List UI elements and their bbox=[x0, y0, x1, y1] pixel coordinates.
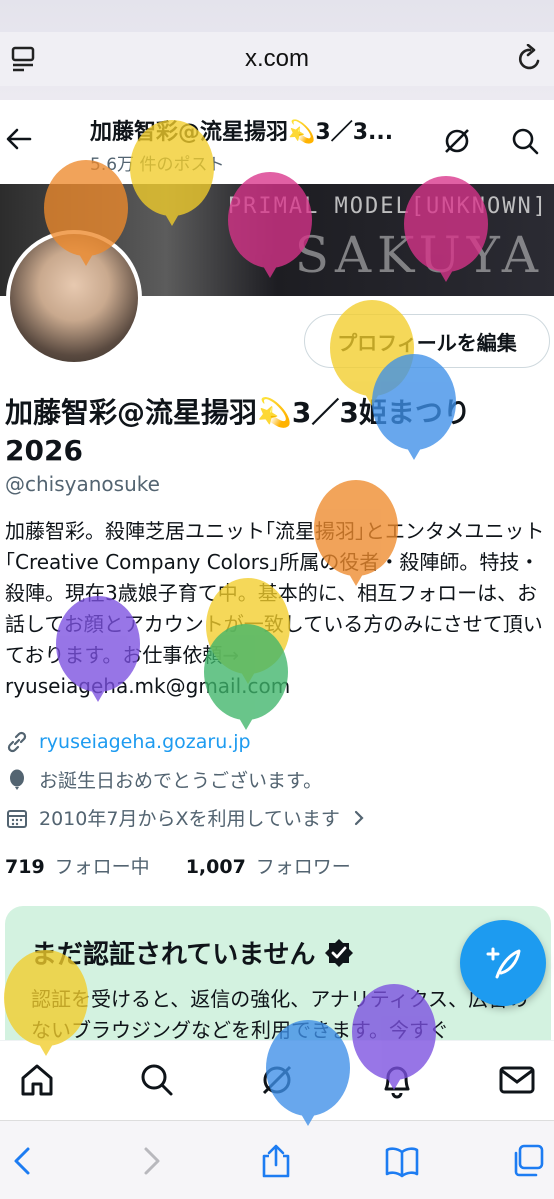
search-icon[interactable] bbox=[138, 1061, 176, 1099]
bottom-nav bbox=[0, 1040, 554, 1120]
safari-top-bar: x.com bbox=[0, 0, 554, 100]
link-icon bbox=[7, 731, 27, 753]
profile-name-line2: 2026 bbox=[5, 434, 83, 467]
messages-icon[interactable] bbox=[498, 1061, 536, 1099]
avatar[interactable] bbox=[6, 230, 142, 366]
website-row: ryuseiageha.gozaru.jp bbox=[5, 730, 251, 754]
search-icon[interactable] bbox=[510, 126, 540, 156]
verified-badge-icon bbox=[325, 938, 354, 967]
banner-big-text: SAKUYA bbox=[294, 226, 544, 284]
safari-toolbar bbox=[0, 1120, 554, 1199]
balloon-icon bbox=[10, 769, 24, 790]
tabs-icon[interactable] bbox=[510, 1143, 546, 1179]
verify-body: 認証を受けると、返信の強化、アナリティクス、広告のないブラウジングなどを利用でき… bbox=[31, 987, 528, 1042]
back-arrow-icon[interactable] bbox=[6, 126, 32, 152]
notifications-icon[interactable] bbox=[378, 1061, 416, 1099]
post-count: 5.6万 件のポスト bbox=[90, 155, 225, 175]
edit-profile-button[interactable]: プロフィールを編集 bbox=[304, 314, 550, 368]
compose-post-button[interactable] bbox=[460, 920, 546, 1006]
verify-title-row: まだ認証されていません bbox=[31, 934, 355, 971]
followers-label: フォロワー bbox=[255, 856, 351, 878]
profile-bio: 加藤智彩。殺陣芝居ユニット｢流星揚羽｣とエンタメユニット｢Creative Co… bbox=[5, 519, 545, 698]
birthday-row: お誕生日おめでとうございます。 bbox=[5, 766, 322, 793]
followers-link[interactable]: 1,007 フォロワー bbox=[186, 852, 351, 879]
compose-feather-icon bbox=[486, 947, 521, 979]
forward-icon[interactable] bbox=[134, 1143, 170, 1179]
reload-icon[interactable] bbox=[516, 44, 544, 74]
joined-text[interactable]: 2010年7月からXを利用しています bbox=[39, 804, 340, 831]
grok-icon[interactable] bbox=[442, 126, 472, 156]
reader-icon[interactable] bbox=[10, 45, 36, 73]
bookmarks-icon[interactable] bbox=[384, 1143, 420, 1179]
joined-row[interactable]: 2010年7月からXを利用しています bbox=[5, 804, 378, 831]
header-title: 加藤智彩@流星揚羽💫3／3... bbox=[90, 120, 394, 145]
home-icon[interactable] bbox=[18, 1061, 56, 1099]
profile-name-line1: 加藤智彩@流星揚羽💫3／3姫まつり bbox=[5, 396, 471, 429]
back-icon[interactable] bbox=[4, 1143, 40, 1179]
profile-handle: @chisyanosuke bbox=[5, 472, 160, 496]
url-text[interactable]: x.com bbox=[245, 45, 309, 73]
verify-title: まだ認証されていません bbox=[31, 940, 316, 970]
birthday-text: お誕生日おめでとうございます。 bbox=[39, 770, 323, 792]
following-count: 719 bbox=[5, 856, 45, 878]
following-label: フォロー中 bbox=[54, 856, 150, 878]
profile-header: 加藤智彩@流星揚羽💫3／3... 5.6万 件のポスト bbox=[0, 100, 554, 184]
profile-name: 加藤智彩@流星揚羽💫3／3姫まつり 2026 bbox=[5, 394, 525, 470]
grok-icon[interactable] bbox=[258, 1061, 296, 1099]
chevron-right-icon bbox=[354, 810, 364, 825]
calendar-icon bbox=[7, 809, 27, 828]
banner-small-text: PRIMAL MODEL[UNKNOWN] bbox=[227, 194, 548, 219]
website-link[interactable]: ryuseiageha.gozaru.jp bbox=[39, 731, 251, 753]
followers-count: 1,007 bbox=[185, 856, 246, 878]
follow-stats: 719 フォロー中 1,007 フォロワー bbox=[5, 852, 387, 879]
address-bar[interactable]: x.com bbox=[0, 32, 554, 86]
following-link[interactable]: 719 フォロー中 bbox=[5, 852, 150, 879]
share-icon[interactable] bbox=[258, 1143, 294, 1179]
